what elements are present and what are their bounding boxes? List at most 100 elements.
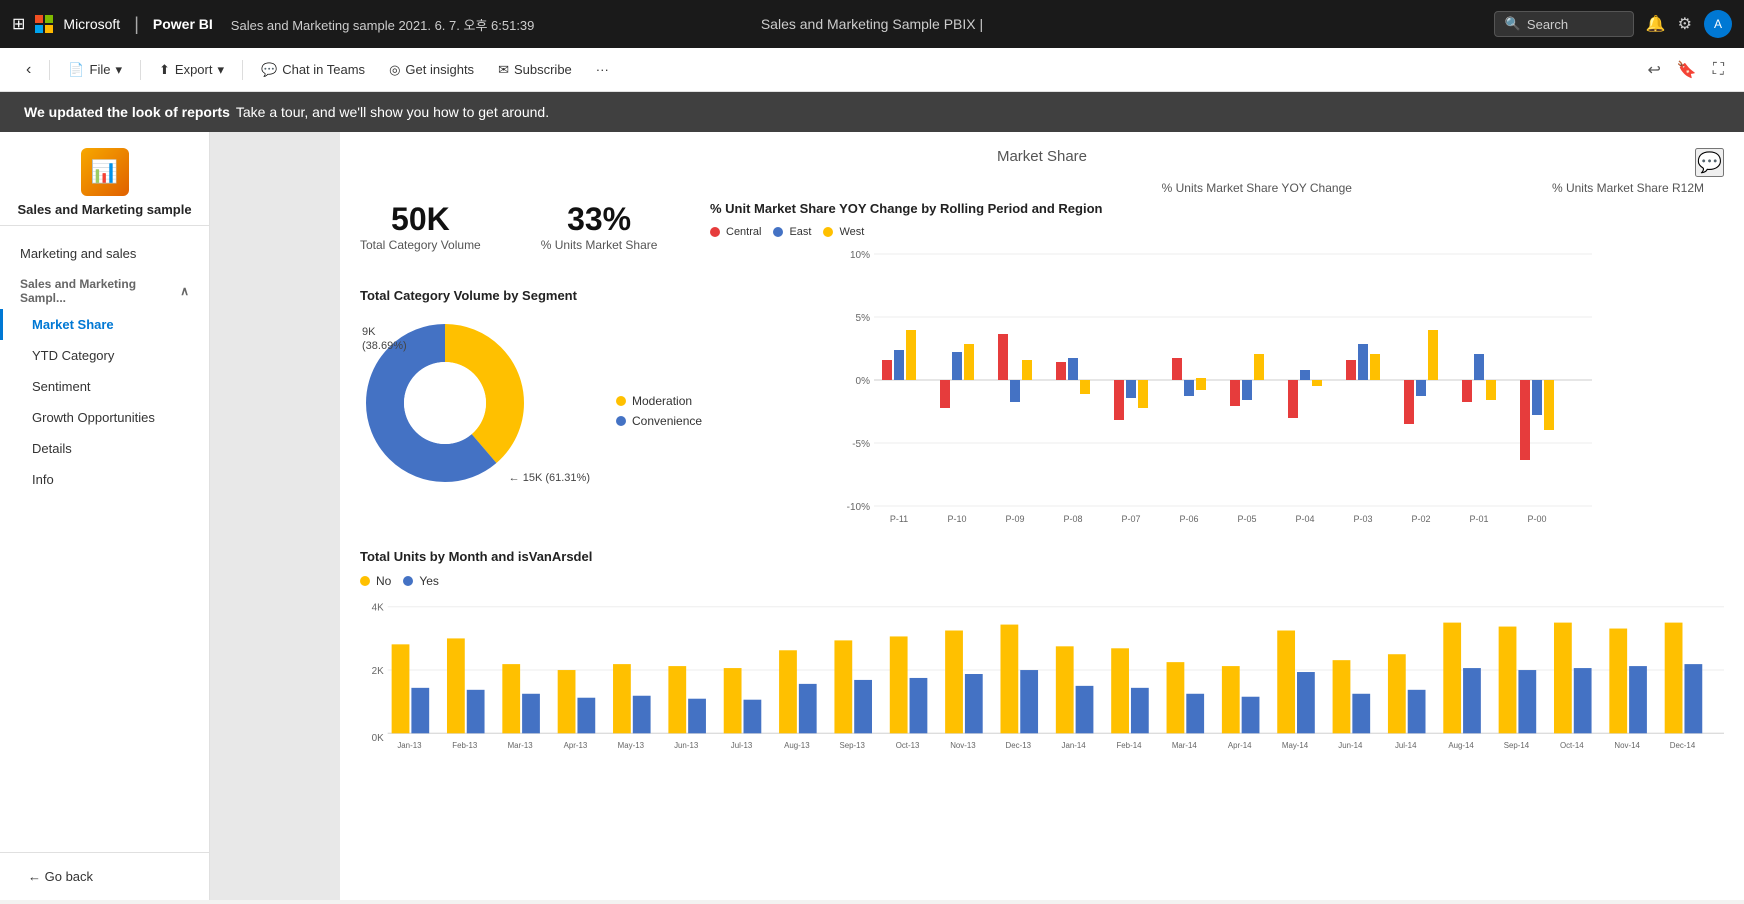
file-label: File xyxy=(90,62,111,77)
svg-text:Mar-13: Mar-13 xyxy=(508,741,534,750)
donut-wrapper: 9K (38.69%) ← 15K (61.31%) Mo xyxy=(360,313,680,498)
svg-text:Feb-14: Feb-14 xyxy=(1116,741,1142,750)
donut-legend: Moderation Convenience xyxy=(616,394,702,428)
toolbar-right: ↩ 🔖 ⛶ xyxy=(1643,56,1728,84)
legend-no: No xyxy=(360,574,391,588)
chat-button[interactable]: 💬 Chat in Teams xyxy=(251,56,375,84)
sidebar-title: Sales and Marketing sample xyxy=(17,202,191,217)
toolbar: ‹ 📄 File ▾ ⬆ Export ▾ 💬 Chat in Teams ◎ … xyxy=(0,48,1744,92)
svg-text:P-09: P-09 xyxy=(1005,514,1024,524)
go-back-button[interactable]: ← Go back xyxy=(8,861,201,892)
grid-icon[interactable]: ⊞ xyxy=(12,14,25,34)
svg-text:Nov-13: Nov-13 xyxy=(950,741,976,750)
svg-text:Dec-13: Dec-13 xyxy=(1006,741,1032,750)
svg-text:Mar-14: Mar-14 xyxy=(1172,741,1198,750)
bookmark-icon[interactable]: 🔖 xyxy=(1673,56,1701,84)
sidebar-item-growth[interactable]: Growth Opportunities xyxy=(0,402,209,433)
bottom-chart-title: Total Units by Month and isVanArsdel xyxy=(360,549,1724,564)
svg-text:Sep-13: Sep-13 xyxy=(839,741,865,750)
center-title: Sales and Marketing Sample PBIX | xyxy=(761,16,983,32)
central-label: Central xyxy=(726,226,761,238)
file-chevron: ▾ xyxy=(115,62,122,78)
file-button[interactable]: 📄 File ▾ xyxy=(58,56,132,84)
powerbi-label: Power BI xyxy=(153,16,213,32)
kpi-market-share-value: 33% xyxy=(541,201,658,238)
convenience-label: Convenience xyxy=(632,414,702,428)
content-area: Market Share 💬 % Units Market Share YOY … xyxy=(210,132,1744,900)
bell-icon[interactable]: 🔔 xyxy=(1646,14,1666,34)
convenience-dot xyxy=(616,416,626,426)
kpi-total-volume-value: 50K xyxy=(360,201,481,238)
yoy-header: % Units Market Share YOY Change xyxy=(1162,181,1352,195)
east-label: East xyxy=(789,226,811,238)
insights-label: Get insights xyxy=(405,62,474,77)
donut-pct-label: (38.69%) xyxy=(362,340,407,352)
sidebar-item-sentiment[interactable]: Sentiment xyxy=(0,371,209,402)
sidebar-item-ytd-label: YTD Category xyxy=(32,348,114,363)
svg-text:Aug-13: Aug-13 xyxy=(784,741,810,750)
svg-text:4K: 4K xyxy=(372,603,384,614)
collapse-nav-button[interactable]: ‹ xyxy=(16,55,41,85)
sidebar-item-ytd-category[interactable]: YTD Category xyxy=(0,340,209,371)
donut-9k-label: 9K xyxy=(362,326,375,338)
svg-text:May-13: May-13 xyxy=(618,741,645,750)
svg-text:Apr-14: Apr-14 xyxy=(1228,741,1252,750)
doc-title: Sales and Marketing sample 2021. 6. 7. 오… xyxy=(231,15,535,34)
search-label: Search xyxy=(1527,17,1568,32)
bar-chart-section: % Unit Market Share YOY Change by Rollin… xyxy=(710,201,1724,529)
teams-icon: 💬 xyxy=(261,62,277,78)
more-label: ··· xyxy=(596,62,609,77)
central-dot xyxy=(710,227,720,237)
svg-text:2K: 2K xyxy=(372,666,384,677)
svg-text:May-14: May-14 xyxy=(1282,741,1309,750)
comment-icon[interactable]: 💬 xyxy=(1695,148,1724,177)
subscribe-button[interactable]: ✉ Subscribe xyxy=(488,56,582,84)
svg-text:Dec-14: Dec-14 xyxy=(1670,741,1696,750)
account-icon[interactable]: A xyxy=(1704,10,1732,38)
no-label: No xyxy=(376,574,391,588)
export-button[interactable]: ⬆ Export ▾ xyxy=(149,56,234,84)
svg-text:5%: 5% xyxy=(856,313,871,324)
legend-moderation: Moderation xyxy=(616,394,702,408)
sidebar-item-details-label: Details xyxy=(32,441,72,456)
bottom-bar-chart: 4K 2K 0K xyxy=(360,594,1724,754)
more-button[interactable]: ··· xyxy=(586,56,619,83)
svg-text:0K: 0K xyxy=(372,733,384,744)
ms-logo xyxy=(35,15,53,33)
fullscreen-icon[interactable]: ⛶ xyxy=(1709,57,1728,83)
sidebar-item-market-share[interactable]: Market Share xyxy=(0,309,209,340)
top-bar: ⊞ Microsoft | Power BI Sales and Marketi… xyxy=(0,0,1744,48)
search-box[interactable]: 🔍 Search xyxy=(1494,11,1634,37)
legend-central: Central xyxy=(710,226,761,238)
section-collapse-icon[interactable]: ∧ xyxy=(180,284,189,298)
sidebar-item-details[interactable]: Details xyxy=(0,433,209,464)
kpi-total-volume-label: Total Category Volume xyxy=(360,238,481,252)
nav-section: Marketing and sales Sales and Marketing … xyxy=(0,226,209,507)
kpi-row: 50K Total Category Volume 33% % Units Ma… xyxy=(360,201,690,252)
sidebar-logo: 📊 Sales and Marketing sample xyxy=(0,132,209,226)
insights-button[interactable]: ◎ Get insights xyxy=(379,56,484,84)
main-layout: 📊 Sales and Marketing sample Marketing a… xyxy=(0,132,1744,900)
microsoft-label: Microsoft xyxy=(63,16,120,32)
banner-bold: We updated the look of reports xyxy=(24,104,230,120)
svg-text:Aug-14: Aug-14 xyxy=(1448,741,1474,750)
svg-text:P-00: P-00 xyxy=(1527,514,1546,524)
undo-icon[interactable]: ↩ xyxy=(1643,56,1664,84)
chat-label: Chat in Teams xyxy=(282,62,365,77)
logo-icon: 📊 xyxy=(81,148,129,196)
svg-text:Jul-14: Jul-14 xyxy=(1395,741,1417,750)
sidebar-item-info[interactable]: Info xyxy=(0,464,209,495)
svg-text:Jan-14: Jan-14 xyxy=(1062,741,1087,750)
west-label: West xyxy=(839,226,864,238)
gray-panel xyxy=(210,132,340,900)
nav-marketing-sales[interactable]: Marketing and sales xyxy=(0,238,209,269)
sidebar-item-growth-label: Growth Opportunities xyxy=(32,410,155,425)
settings-icon[interactable]: ⚙ xyxy=(1678,14,1692,34)
nav-section-header: Sales and Marketing Sampl... ∧ xyxy=(0,269,209,309)
export-label: Export xyxy=(175,62,213,77)
svg-text:Nov-14: Nov-14 xyxy=(1614,741,1640,750)
subscribe-label: Subscribe xyxy=(514,62,572,77)
moderation-label: Moderation xyxy=(632,394,692,408)
svg-text:P-06: P-06 xyxy=(1179,514,1198,524)
donut-15k-label: ← 15K (61.31%) xyxy=(509,472,590,484)
